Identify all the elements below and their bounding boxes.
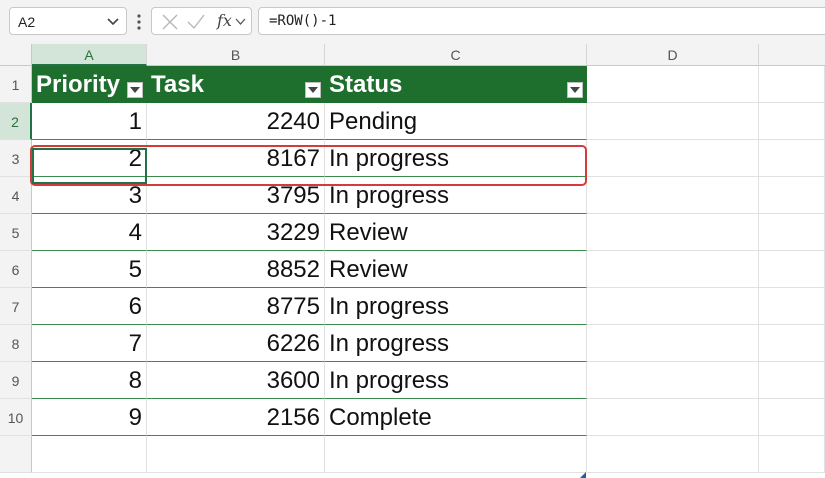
empty-cell[interactable] xyxy=(759,177,825,214)
row-header-5[interactable]: 5 xyxy=(0,214,32,251)
table-cell[interactable]: 3600 xyxy=(147,362,325,399)
empty-cell[interactable] xyxy=(587,325,759,362)
chevron-down-icon xyxy=(308,87,318,93)
filter-dropdown-button[interactable] xyxy=(305,82,321,98)
more-options-icon[interactable] xyxy=(136,12,142,32)
table-cell[interactable]: In progress xyxy=(325,325,587,362)
empty-cell[interactable] xyxy=(759,66,825,103)
table-header-task[interactable]: Task xyxy=(147,66,325,103)
empty-cell[interactable] xyxy=(587,362,759,399)
empty-cell[interactable] xyxy=(325,436,587,473)
row-header-9[interactable]: 9 xyxy=(0,362,32,399)
chevron-down-icon[interactable] xyxy=(104,10,122,32)
column-header-e[interactable] xyxy=(759,44,825,66)
table-cell[interactable]: 8 xyxy=(32,362,147,399)
empty-cell[interactable] xyxy=(587,140,759,177)
select-all-corner[interactable] xyxy=(0,44,32,66)
table-cell[interactable]: In progress xyxy=(325,288,587,325)
empty-cell[interactable] xyxy=(759,436,825,473)
table-header-status[interactable]: Status xyxy=(325,66,587,103)
row-header-10[interactable]: 10 xyxy=(0,399,32,436)
row-header-11[interactable] xyxy=(0,436,32,473)
table-cell[interactable]: 3229 xyxy=(147,214,325,251)
table-header-priority[interactable]: Priority xyxy=(32,66,147,103)
empty-cell[interactable] xyxy=(587,177,759,214)
table-cell[interactable]: 6226 xyxy=(147,325,325,362)
table-cell[interactable]: 8852 xyxy=(147,251,325,288)
row-header-3[interactable]: 3 xyxy=(0,140,32,177)
enter-check-icon[interactable] xyxy=(186,12,206,32)
table-cell[interactable]: 6 xyxy=(32,288,147,325)
name-box[interactable]: A2 xyxy=(9,7,127,35)
empty-cell[interactable] xyxy=(587,288,759,325)
row-header-2[interactable]: 2 xyxy=(0,103,32,140)
empty-cell[interactable] xyxy=(147,436,325,473)
table-header-label: Priority xyxy=(36,71,121,98)
table-cell[interactable]: 4 xyxy=(32,214,147,251)
table-header-label: Status xyxy=(329,71,403,98)
empty-cell[interactable] xyxy=(759,251,825,288)
table-cell[interactable]: 7 xyxy=(32,325,147,362)
cancel-icon[interactable] xyxy=(160,12,180,32)
formula-value: =ROW()-1 xyxy=(269,13,337,29)
table-cell[interactable]: Review xyxy=(325,251,587,288)
empty-cell[interactable] xyxy=(759,399,825,436)
empty-cell[interactable] xyxy=(759,362,825,399)
row-header-1[interactable]: 1 xyxy=(0,66,32,103)
formula-bar-area: A2 fx =ROW()-1 xyxy=(0,0,825,44)
row-header-7[interactable]: 7 xyxy=(0,288,32,325)
filter-dropdown-button[interactable] xyxy=(567,82,583,98)
chevron-down-icon xyxy=(130,87,140,93)
chevron-down-icon[interactable] xyxy=(235,17,246,26)
active-cell[interactable] xyxy=(32,148,147,184)
chevron-down-icon xyxy=(570,87,580,93)
formula-buttons: fx xyxy=(151,7,252,35)
column-header-d[interactable]: D xyxy=(587,44,759,66)
empty-cell[interactable] xyxy=(587,251,759,288)
table-cell[interactable]: 9 xyxy=(32,399,147,436)
name-box-value: A2 xyxy=(18,14,36,30)
table-resize-handle[interactable] xyxy=(580,472,586,478)
column-header-c[interactable]: C xyxy=(325,44,587,66)
empty-cell[interactable] xyxy=(587,214,759,251)
row-header-6[interactable]: 6 xyxy=(0,251,32,288)
formula-input[interactable]: =ROW()-1 xyxy=(258,7,825,35)
empty-cell[interactable] xyxy=(759,140,825,177)
empty-cell[interactable] xyxy=(759,325,825,362)
insert-function-button[interactable]: fx xyxy=(217,11,232,30)
empty-cell[interactable] xyxy=(759,288,825,325)
empty-cell[interactable] xyxy=(759,214,825,251)
empty-cell[interactable] xyxy=(587,103,759,140)
empty-cell[interactable] xyxy=(587,66,759,103)
table-cell[interactable]: 2156 xyxy=(147,399,325,436)
spreadsheet-grid: A B C D 1 2 3 4 5 6 7 8 9 10 Priority Task Status 1 2… xyxy=(0,44,825,478)
table-cell[interactable]: 5 xyxy=(32,251,147,288)
table-header-label: Task xyxy=(151,71,204,98)
column-header-b[interactable]: B xyxy=(147,44,325,66)
filter-dropdown-button[interactable] xyxy=(127,82,143,98)
empty-cell[interactable] xyxy=(759,103,825,140)
row-header-4[interactable]: 4 xyxy=(0,177,32,214)
empty-cell[interactable] xyxy=(587,436,759,473)
empty-cell[interactable] xyxy=(32,436,147,473)
table-cell[interactable]: 8775 xyxy=(147,288,325,325)
table-cell[interactable]: Complete xyxy=(325,399,587,436)
table-cell[interactable]: 1 xyxy=(32,103,147,140)
table-cell[interactable]: In progress xyxy=(325,362,587,399)
table-cell[interactable]: Review xyxy=(325,214,587,251)
table-cell[interactable]: 2240 xyxy=(147,103,325,140)
table-cell[interactable]: Pending xyxy=(325,103,587,140)
row-header-8[interactable]: 8 xyxy=(0,325,32,362)
column-header-a[interactable]: A xyxy=(32,44,147,66)
empty-cell[interactable] xyxy=(587,399,759,436)
